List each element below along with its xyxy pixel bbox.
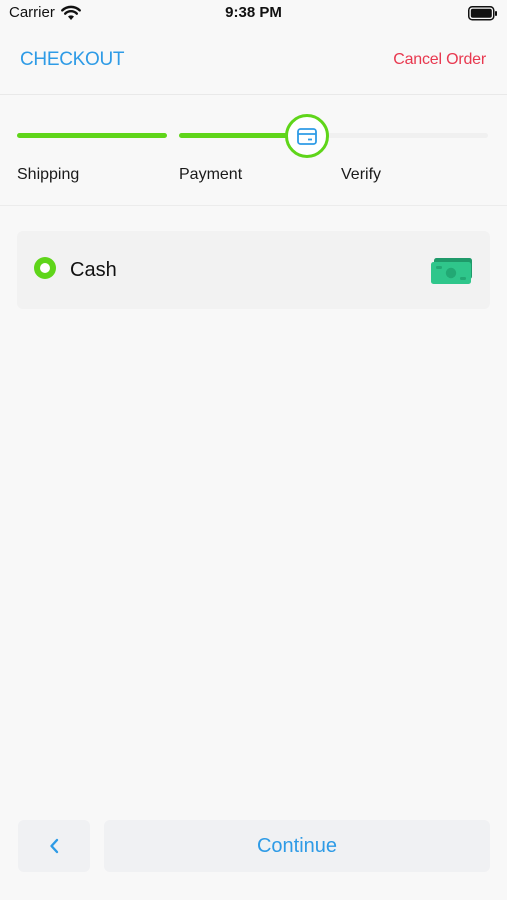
step-label-verify: Verify xyxy=(341,166,382,183)
step-label-shipping: Shipping xyxy=(17,166,80,183)
active-step-indicator xyxy=(285,114,329,158)
step-progress-verify xyxy=(320,133,488,138)
payment-method-label: Cash xyxy=(70,259,117,281)
chevron-left-icon xyxy=(50,838,59,854)
continue-button[interactable]: Continue xyxy=(104,820,490,872)
back-button[interactable] xyxy=(18,820,90,872)
battery-icon xyxy=(468,6,497,21)
status-bar: Carrier 9:38 PM xyxy=(0,0,507,28)
radio-selected[interactable] xyxy=(34,257,56,279)
step-progress-shipping xyxy=(17,133,167,138)
checkout-stepper: Shipping Payment Verify xyxy=(0,95,507,206)
page-title: CHECKOUT xyxy=(20,49,125,70)
clock: 9:38 PM xyxy=(225,4,282,21)
checkout-header: CHECKOUT Cancel Order xyxy=(0,28,507,95)
card-icon xyxy=(297,127,317,145)
payment-option-cash[interactable]: Cash xyxy=(17,231,490,309)
cash-icon xyxy=(431,258,472,284)
radio-dot xyxy=(40,263,50,273)
cancel-order-button[interactable]: Cancel Order xyxy=(393,51,486,69)
step-label-payment: Payment xyxy=(179,166,243,183)
